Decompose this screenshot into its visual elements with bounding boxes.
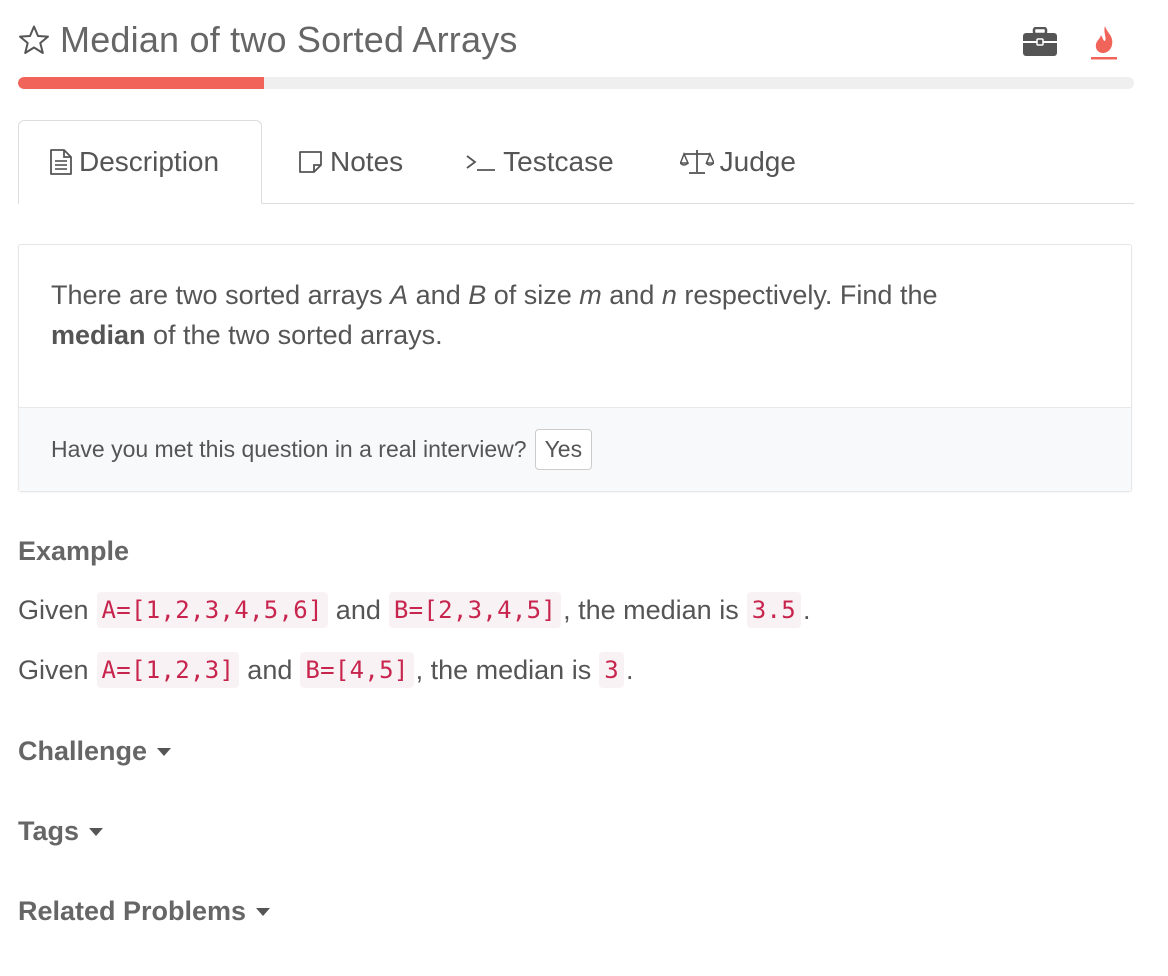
code-result: 3	[599, 652, 624, 688]
terminal-icon	[466, 155, 496, 171]
code-result: 3.5	[746, 592, 801, 628]
var-m: m	[579, 280, 602, 310]
var-b: B	[468, 280, 487, 310]
flame-icon[interactable]	[1090, 24, 1118, 60]
desc-text: There are two sorted arrays	[51, 280, 391, 310]
example-text: .	[625, 654, 634, 685]
tab-bar: Description Notes Testcase Judge	[18, 120, 1134, 204]
related-problems-label: Related Problems	[18, 896, 247, 926]
example-text: , the median is	[415, 654, 592, 685]
desc-text: and	[601, 280, 662, 310]
example-text: and	[335, 594, 381, 625]
example-text: Given	[18, 594, 89, 625]
var-a: A	[390, 280, 409, 310]
tab-label: Judge	[719, 146, 796, 177]
problem-header: Median of two Sorted Arrays	[18, 14, 1134, 66]
document-icon	[50, 149, 72, 175]
tab-description[interactable]: Description	[18, 120, 262, 204]
desc-text: and	[408, 280, 469, 310]
example-line-2: Given A=[1,2,3] and B=[4,5] , the median…	[18, 652, 633, 688]
example-line-1: Given A=[1,2,3,4,5,6] and B=[2,3,4,5] , …	[18, 592, 810, 628]
desc-text: respectively. Find the	[676, 280, 938, 310]
example-text: and	[247, 654, 293, 685]
tab-notes[interactable]: Notes	[298, 121, 403, 203]
desc-text: of the two sorted arrays.	[145, 320, 443, 350]
caret-down-icon	[256, 907, 271, 916]
tab-label: Testcase	[503, 146, 614, 177]
tags-toggle[interactable]: Tags	[18, 816, 104, 847]
progress-fill	[18, 77, 264, 89]
page-title: Median of two Sorted Arrays	[60, 19, 518, 60]
bold-median: median	[51, 320, 146, 350]
code-array-b: B=[2,3,4,5]	[388, 592, 562, 628]
description-card: There are two sorted arrays A and B of s…	[18, 244, 1132, 492]
header-icons	[1022, 24, 1118, 60]
progress-bar	[18, 77, 1134, 89]
caret-down-icon	[89, 827, 104, 836]
problem-description: There are two sorted arrays A and B of s…	[51, 275, 1091, 355]
note-icon	[299, 151, 322, 173]
related-problems-toggle[interactable]: Related Problems	[18, 896, 271, 927]
example-text: , the median is	[563, 594, 739, 625]
tab-judge[interactable]: Judge	[679, 121, 796, 203]
example-text: .	[802, 594, 811, 625]
briefcase-icon[interactable]	[1022, 27, 1058, 57]
var-n: n	[661, 280, 677, 310]
star-icon[interactable]	[18, 24, 50, 56]
example-text: Given	[18, 654, 89, 685]
challenge-label: Challenge	[18, 736, 148, 766]
interview-question: Have you met this question in a real int…	[51, 436, 527, 462]
code-array-a: A=[1,2,3,4,5,6]	[96, 592, 328, 628]
tags-label: Tags	[18, 816, 80, 846]
code-array-a: A=[1,2,3]	[96, 652, 240, 688]
desc-text: of size	[486, 280, 580, 310]
code-array-b: B=[4,5]	[300, 652, 414, 688]
yes-button[interactable]: Yes	[534, 429, 593, 470]
tab-label: Description	[79, 146, 220, 177]
example-heading: Example	[18, 536, 130, 566]
tab-testcase[interactable]: Testcase	[465, 121, 614, 203]
challenge-toggle[interactable]: Challenge	[18, 736, 172, 767]
interview-footer: Have you met this question in a real int…	[19, 407, 1131, 491]
caret-down-icon	[157, 747, 172, 756]
title-wrap: Median of two Sorted Arrays	[18, 18, 518, 62]
scale-icon	[679, 150, 714, 174]
tab-label: Notes	[330, 146, 404, 177]
